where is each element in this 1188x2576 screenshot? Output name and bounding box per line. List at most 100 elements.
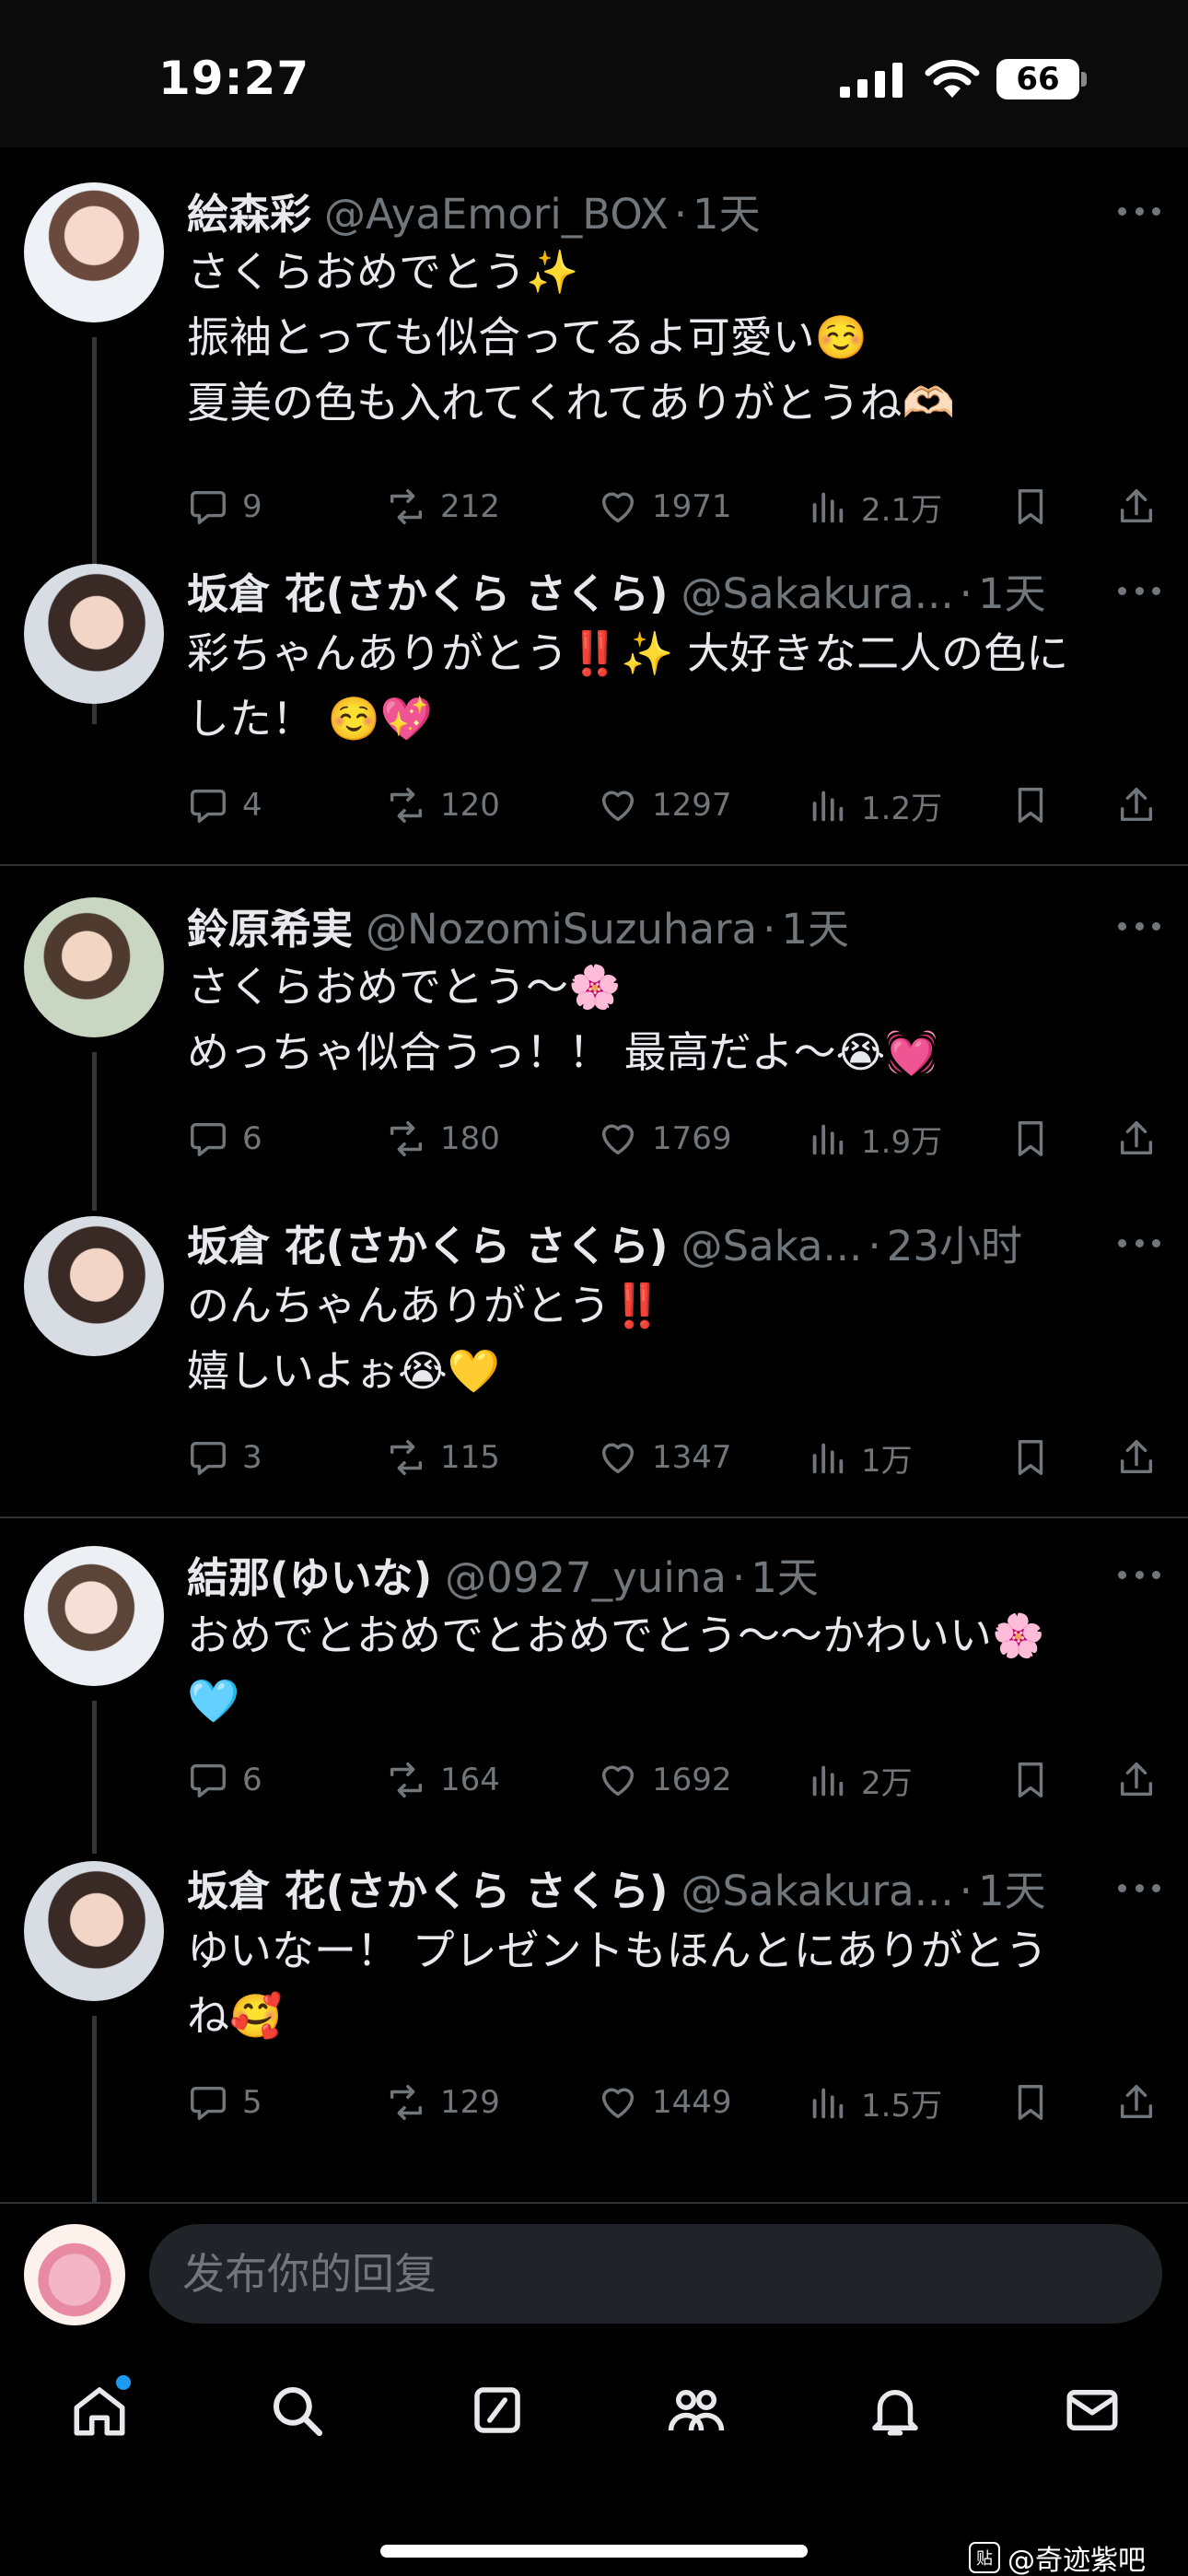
tweet-time[interactable]: 23小时 [887,1212,1022,1272]
view-count: 1万 [861,1442,913,1480]
share-icon [1120,1121,1153,1155]
share-button[interactable] [1115,479,1171,534]
author-name[interactable]: 絵森彩 [187,181,311,240]
avatar[interactable] [24,1546,164,1686]
reply-count: 4 [242,787,262,824]
views-button[interactable]: 1万 [806,1430,913,1485]
author-name[interactable]: 坂倉 花(さかくら さくら) [187,560,668,620]
views-button[interactable]: 1.5万 [806,2075,942,2130]
author-handle[interactable]: @Saka... [681,1222,862,1270]
reply-input[interactable] [149,2224,1162,2324]
like-count: 1971 [652,488,732,525]
reply-button[interactable]: 5 [187,2075,262,2130]
reply-button[interactable]: 9 [187,479,262,534]
nav-notifications[interactable] [858,2373,932,2447]
avatar[interactable] [24,564,164,704]
author-handle[interactable]: @Sakakura... [681,1867,953,1915]
reply-button[interactable]: 6 [187,1111,262,1166]
avatar[interactable] [24,1861,164,2001]
author-handle[interactable]: @AyaEmori_BOX [324,190,669,239]
share-button[interactable] [1115,2075,1171,2130]
tweet-text: 彩ちゃんありがとう‼️✨ 大好きな二人の色に した！ ☺️💖 [187,628,1069,744]
share-button[interactable] [1115,1752,1171,1808]
more-options-icon[interactable] [1118,205,1160,217]
tweet-text: さくらおめでとう✨ 振袖とっても似合ってるよ可愛い☺️ 夏美の色も入れてくれてあ… [187,247,955,427]
status-time: 19:27 [158,52,310,105]
views-button[interactable]: 1.9万 [806,1111,942,1166]
like-button[interactable]: 1971 [597,479,732,534]
speech-bubble-icon [191,1122,226,1156]
bookmark-button[interactable] [1009,1752,1065,1808]
author-name[interactable]: 結那(ゆいな) [187,1544,432,1604]
home-indicator[interactable] [380,2545,808,2558]
my-avatar[interactable] [24,2224,125,2325]
author-handle[interactable]: @NozomiSuzuhara [366,905,757,954]
heart-icon [601,492,635,523]
bar-chart-icon [812,1765,844,1797]
avatar[interactable] [24,897,164,1037]
more-options-icon[interactable] [1118,584,1160,597]
author-handle[interactable]: @0927_yuina [445,1553,727,1602]
reply-count: 5 [242,2084,262,2121]
bookmark-button[interactable] [1009,479,1065,534]
reply-button[interactable]: 6 [187,1752,262,1808]
bookmark-button[interactable] [1009,1111,1065,1166]
bookmark-button[interactable] [1009,2075,1065,2130]
more-options-icon[interactable] [1118,1236,1160,1249]
avatar[interactable] [24,182,164,322]
speech-bubble-icon [191,490,226,524]
tweet-time[interactable]: 1天 [751,1544,819,1604]
retweet-count: 180 [440,1120,500,1157]
nav-search[interactable] [260,2373,333,2447]
retweet-button[interactable]: 212 [385,479,500,534]
retweet-button[interactable]: 164 [385,1752,500,1808]
like-button[interactable]: 1347 [597,1430,732,1485]
bookmark-button[interactable] [1009,1430,1065,1485]
views-button[interactable]: 1.2万 [806,778,942,833]
tweet-time[interactable]: 1天 [978,560,1046,620]
bar-chart-icon [812,492,844,523]
author-name[interactable]: 鈴原希実 [187,896,353,955]
tweet-time[interactable]: 1天 [781,896,849,955]
nav-messages[interactable] [1055,2373,1129,2447]
views-button[interactable]: 2万 [806,1752,913,1808]
retweet-button[interactable]: 120 [385,778,500,833]
author-name[interactable]: 坂倉 花(さかくら さくら) [187,1857,668,1917]
view-count: 2.1万 [861,491,943,529]
bookmark-icon [1018,788,1043,823]
more-options-icon[interactable] [1118,1568,1160,1581]
grok-icon [474,2387,520,2433]
retweet-button[interactable]: 115 [385,1430,500,1485]
like-button[interactable]: 1769 [597,1111,732,1166]
reply-button[interactable]: 4 [187,778,262,833]
retweet-button[interactable]: 129 [385,2075,500,2130]
more-options-icon[interactable] [1118,919,1160,932]
author-name[interactable]: 坂倉 花(さかくら さくら) [187,1212,668,1272]
avatar[interactable] [24,1216,164,1356]
tweet-time[interactable]: 1天 [978,1857,1046,1917]
nav-grok[interactable] [460,2373,534,2447]
share-button[interactable] [1115,778,1171,833]
retweet-button[interactable]: 180 [385,1111,500,1166]
bookmark-button[interactable] [1009,778,1065,833]
reply-button[interactable]: 3 [187,1430,262,1485]
like-button[interactable]: 1297 [597,778,732,833]
like-count: 1347 [652,1439,732,1476]
bookmark-icon [1018,1762,1043,1797]
reply-feed[interactable]: 絵森彩 @AyaEmori_BOX · 1天 さくらおめでとう✨ 振袖とっても似… [0,147,1188,2202]
nav-communities[interactable] [659,2373,733,2447]
more-options-icon[interactable] [1118,1881,1160,1894]
speech-bubble-icon [191,2086,226,2120]
retweet-icon [390,1121,423,1156]
status-bar: 19:27 66 [0,0,1188,147]
like-button[interactable]: 1449 [597,2075,732,2130]
views-button[interactable]: 2.1万 [806,479,942,534]
tweet-time[interactable]: 1天 [693,181,761,240]
author-handle[interactable]: @Sakakura... [681,569,953,618]
tweet-text: おめでとおめでとおめでとう〜〜かわいい🌸 🩵 [187,1610,1045,1726]
like-count: 1692 [652,1762,732,1798]
share-button[interactable] [1115,1430,1171,1485]
share-button[interactable] [1115,1111,1171,1166]
like-button[interactable]: 1692 [597,1752,732,1808]
nav-home[interactable] [63,2373,136,2447]
